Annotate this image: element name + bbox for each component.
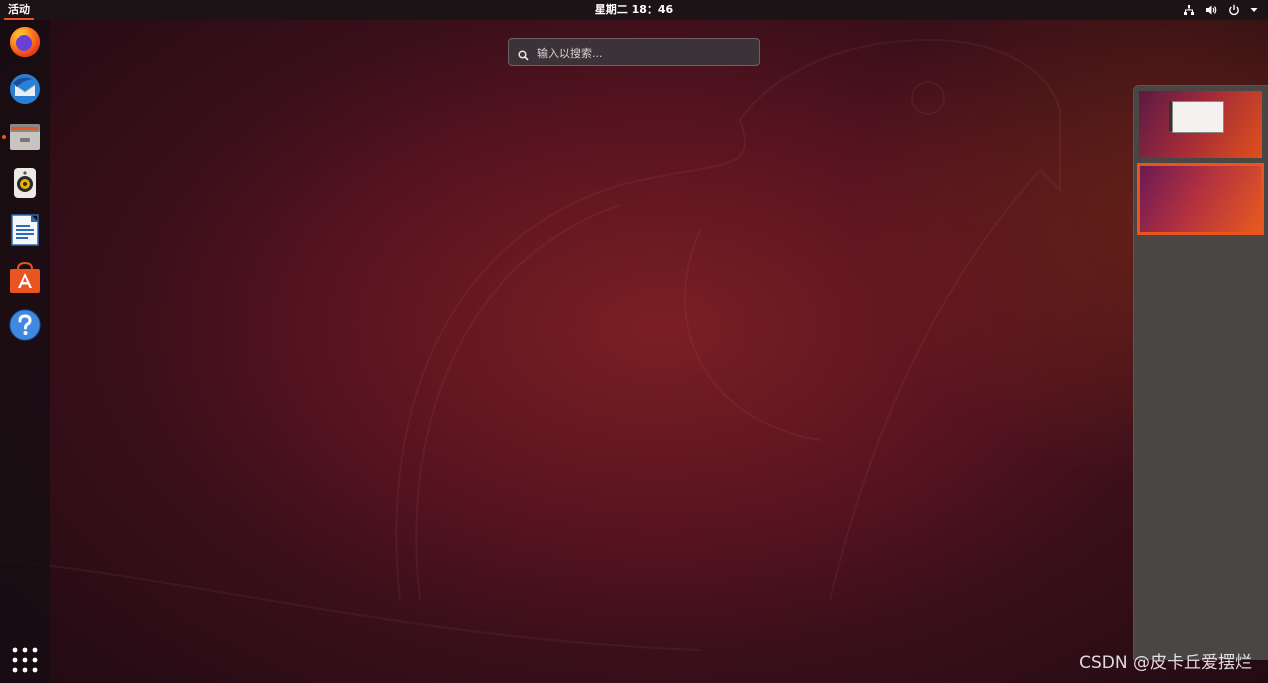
wallpaper-glow xyxy=(0,0,1268,683)
help-icon xyxy=(9,309,41,341)
power-icon[interactable] xyxy=(1228,4,1240,16)
workspace-thumbnail-1[interactable] xyxy=(1139,91,1262,158)
running-indicator xyxy=(2,135,6,139)
show-applications-button[interactable] xyxy=(11,646,39,674)
dock-item-files[interactable] xyxy=(7,118,43,154)
network-icon[interactable] xyxy=(1183,4,1195,16)
volume-icon[interactable] xyxy=(1205,4,1218,16)
dock xyxy=(0,20,50,683)
workspace-switcher xyxy=(1133,85,1268,660)
mini-window xyxy=(1172,101,1224,133)
firefox-icon xyxy=(10,27,40,57)
watermark: CSDN @皮卡丘爱摆烂 xyxy=(1079,653,1252,673)
dock-item-writer[interactable] xyxy=(7,212,43,248)
search-field[interactable] xyxy=(508,38,760,67)
wallpaper-art xyxy=(0,38,1061,651)
search-icon xyxy=(518,46,529,65)
writer-icon xyxy=(11,214,39,246)
software-icon xyxy=(10,261,40,293)
top-bar: 活动 星期二 18：46 xyxy=(0,0,1268,20)
rhythmbox-icon xyxy=(14,168,36,198)
dock-item-thunderbird[interactable] xyxy=(7,71,43,107)
dock-item-help[interactable] xyxy=(7,307,43,343)
system-tray[interactable] xyxy=(1183,2,1258,18)
chevron-down-icon[interactable] xyxy=(1250,7,1258,13)
dock-item-firefox[interactable] xyxy=(7,24,43,60)
dock-item-rhythmbox[interactable] xyxy=(7,165,43,201)
app-grid-icon xyxy=(12,647,38,673)
thunderbird-icon xyxy=(10,74,40,104)
clock[interactable]: 星期二 18：46 xyxy=(0,0,1268,20)
dock-item-software[interactable] xyxy=(7,259,43,295)
workspace-thumbnail-2-active[interactable] xyxy=(1137,163,1264,235)
files-icon xyxy=(10,124,40,150)
search-input[interactable] xyxy=(535,39,759,67)
